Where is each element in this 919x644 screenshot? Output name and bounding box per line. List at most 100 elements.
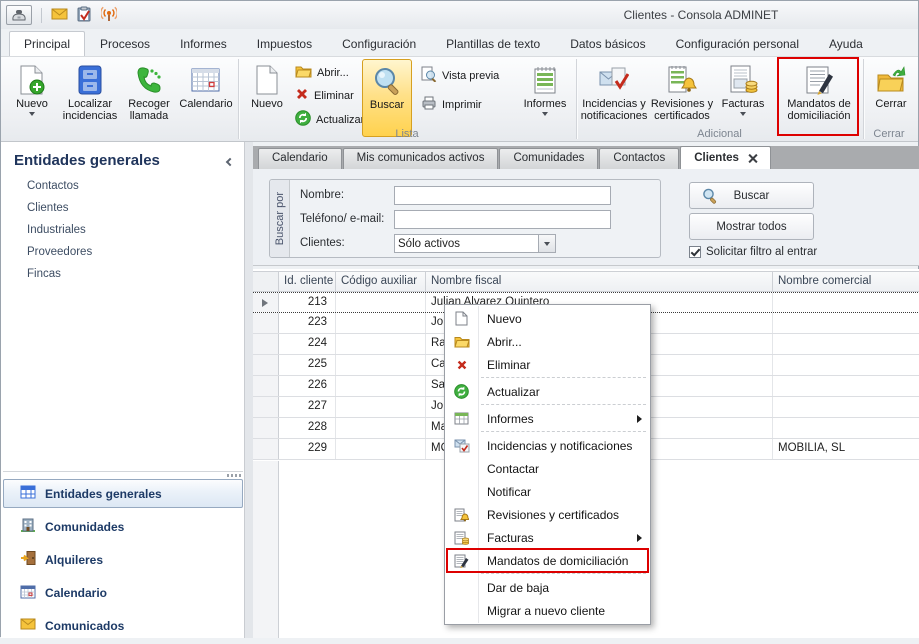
chevron-down-icon [542,112,548,116]
sidebar-item-proveedores[interactable]: Proveedores [27,241,92,263]
ribbon-tab-procesos[interactable]: Procesos [85,31,165,56]
ribbon-tab-impuestos[interactable]: Impuestos [242,31,327,56]
ribbon-button-cerrar[interactable]: Cerrar [869,59,913,137]
dropdown-button[interactable] [538,235,555,252]
ribbon-button-eliminar[interactable]: Eliminar [295,87,354,104]
new-document-icon [254,62,280,98]
collapse-chevron-icon[interactable] [226,158,234,166]
buscar-button[interactable]: Buscar [689,182,814,209]
splitter-handle[interactable] [3,471,243,477]
sidebar-item-contactos[interactable]: Contactos [27,175,92,197]
mostrar-todos-button[interactable]: Mostrar todos [689,213,814,240]
ribbon-button-nuevo-entidad[interactable]: Nuevo [7,59,57,137]
ribbon-tab-plantillas[interactable]: Plantillas de texto [431,31,555,56]
ribbon-button-mandatos[interactable]: Mandatos de domiciliación [781,59,857,137]
menu-item-migrar[interactable]: Migrar a nuevo cliente [445,599,650,622]
tab-clientes[interactable]: Clientes [680,146,771,169]
tab-calendario[interactable]: Calendario [258,148,342,169]
nav-item-calendario[interactable]: Calendario [3,578,243,607]
incident-mail-icon [445,439,478,453]
name-input[interactable] [394,186,611,205]
menu-item-informes[interactable]: Informes [445,407,650,430]
ribbon-button-revisiones[interactable]: Revisiones y certificados [650,59,714,137]
ribbon-tab-datos-basicos[interactable]: Datos básicos [555,31,660,56]
door-icon [20,550,36,569]
ribbon-button-informes[interactable]: Informes [519,59,571,137]
mail-icon[interactable] [51,8,68,23]
ribbon-tab-configuracion[interactable]: Configuración [327,31,431,56]
search-group-label: Buscar por [274,192,286,245]
ribbon-button-nuevo[interactable]: Nuevo [244,59,290,137]
ribbon-tab-principal[interactable]: Principal [9,31,85,56]
sidebar-header: Entidades generales [14,152,160,169]
menu-item-facturas[interactable]: Facturas [445,526,650,549]
ribbon-button-localizar-incidencias[interactable]: Localizar incidencias [61,59,119,137]
group-separator [238,59,239,139]
column-header-codigo[interactable]: Código auxiliar [336,272,426,291]
nav-item-alquileres[interactable]: Alquileres [3,545,243,574]
ribbon-button-incidencias[interactable]: Incidencias y notificaciones [582,59,646,137]
group-caption-lista: Lista [238,128,576,140]
window-title: Clientes - Consola ADMINET [566,8,836,22]
clients-select[interactable]: Sólo activos [394,234,556,253]
calendar-icon [191,62,221,98]
broadcast-icon[interactable] [101,6,117,25]
chevron-down-icon [29,112,35,116]
menu-item-notificar[interactable]: Notificar [445,480,650,503]
ribbon-button-buscar[interactable]: Buscar [362,59,412,137]
group-separator [576,59,577,139]
calendar-icon [20,584,36,602]
ribbon-button-actualizar[interactable]: Actualizar [295,110,364,129]
nav-item-entidades-generales[interactable]: Entidades generales [3,479,243,508]
ribbon-button-abrir[interactable]: Abrir... [295,64,349,81]
search-fieldset: Buscar por Nombre: Teléfono/ e-mail: Cli… [269,179,661,258]
tab-mis-comunicados-activos[interactable]: Mis comunicados activos [343,148,499,169]
mandate-pen-icon [445,554,478,568]
menu-item-incidencias[interactable]: Incidencias y notificaciones [445,434,650,457]
menu-item-revisiones[interactable]: Revisiones y certificados [445,503,650,526]
invoice-icon [728,62,758,98]
tab-contactos[interactable]: Contactos [599,148,679,169]
ribbon: Nuevo Localizar incidencias Recoger llam… [1,56,918,142]
menu-item-actualizar[interactable]: Actualizar [445,380,650,403]
search-panel: Buscar por Nombre: Teléfono/ e-mail: Cli… [253,169,919,266]
clipboard-check-icon[interactable] [77,6,92,25]
sidebar-item-clientes[interactable]: Clientes [27,197,92,219]
sidebar-item-industriales[interactable]: Industriales [27,219,92,241]
column-header-nombre-comercial[interactable]: Nombre comercial [773,272,919,291]
phone-email-input[interactable] [394,210,611,229]
nav-item-comunidades[interactable]: Comunidades [3,512,243,541]
ribbon-button-imprimir[interactable]: Imprimir [421,96,482,113]
nav-item-comunicados[interactable]: Comunicados [3,611,243,640]
ribbon-button-recoger-llamada[interactable]: Recoger llamada [123,59,175,137]
report-icon [445,412,478,425]
grip-dots-icon [227,474,241,477]
ribbon-tab-informes[interactable]: Informes [165,31,242,56]
menu-item-dar-de-baja[interactable]: Dar de baja [445,576,650,599]
selected-row-arrow-icon [262,299,268,307]
ribbon-button-calendario[interactable]: Calendario [177,59,235,137]
phone-icon[interactable] [6,5,32,25]
refresh-icon [445,384,478,399]
search-group-strip: Buscar por [270,180,290,257]
search-icon [702,188,718,207]
tab-comunidades[interactable]: Comunidades [499,148,598,169]
menu-item-nuevo[interactable]: Nuevo [445,307,650,330]
filter-checkbox[interactable] [689,246,701,258]
menu-item-abrir[interactable]: Abrir... [445,330,650,353]
report-icon [533,62,557,98]
ribbon-tab-configuracion-personal[interactable]: Configuración personal [661,31,814,56]
ribbon-tab-ayuda[interactable]: Ayuda [814,31,878,56]
menu-item-mandatos[interactable]: Mandatos de domiciliación [445,549,650,572]
close-icon[interactable] [748,154,757,163]
filter-checkbox-label: Solicitar filtro al entrar [706,246,817,258]
menu-item-eliminar[interactable]: Eliminar [445,353,650,376]
ribbon-button-vista-previa[interactable]: Vista previa [421,66,499,85]
column-header-nombre-fiscal[interactable]: Nombre fiscal [426,272,773,291]
phone-email-label: Teléfono/ e-mail: [300,213,384,225]
ribbon-button-facturas[interactable]: Facturas [718,59,768,137]
sidebar-gap [245,142,253,638]
menu-item-contactar[interactable]: Contactar [445,457,650,480]
sidebar-item-fincas[interactable]: Fincas [27,263,92,285]
column-header-id[interactable]: Id. cliente [279,272,336,291]
